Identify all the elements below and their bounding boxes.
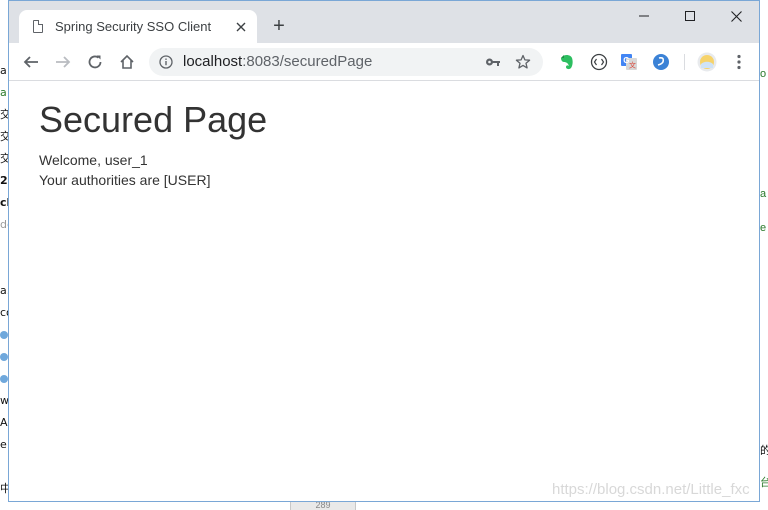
svg-text:文: 文 xyxy=(629,61,636,70)
brackets-icon xyxy=(590,53,608,71)
background-app-right-strip: o a e 的 台 xyxy=(760,60,768,510)
minimize-button[interactable] xyxy=(621,1,667,31)
star-icon[interactable] xyxy=(515,54,531,70)
toolbar-separator xyxy=(684,54,685,70)
watermark-text: https://blog.csdn.net/Little_fxc xyxy=(552,481,750,498)
page-content: Secured Page Welcome, user_1 Your author… xyxy=(9,81,759,501)
swirl-icon xyxy=(653,54,669,70)
tab-strip: Spring Security SSO Client + xyxy=(9,1,759,43)
avatar-icon xyxy=(697,52,717,72)
close-icon xyxy=(730,10,742,22)
bg-fragment: a.f xyxy=(0,284,8,297)
bg-fragment: a xyxy=(0,86,7,99)
close-icon xyxy=(236,22,246,31)
url-text[interactable]: localhost:8083/securedPage xyxy=(183,48,372,76)
home-icon xyxy=(120,54,134,69)
browser-toolbar: localhost:8083/securedPage G 文 xyxy=(9,43,759,81)
bg-fragment: a xyxy=(760,188,767,200)
home-button[interactable] xyxy=(113,48,141,76)
browser-window: Spring Security SSO Client + localhost:8… xyxy=(8,0,760,502)
code-extension-icon[interactable] xyxy=(589,52,609,72)
bg-fragment: 台 xyxy=(760,477,768,489)
page-title: Secured Page xyxy=(39,99,268,140)
background-app-left-strip: a a 交 交 交 2 ch de a.f co w Ac e 中 xyxy=(0,60,8,510)
window-controls xyxy=(621,1,759,31)
evernote-extension-icon[interactable] xyxy=(557,52,577,72)
bg-fragment: 交 xyxy=(0,108,8,121)
new-tab-button[interactable]: + xyxy=(267,15,291,39)
translate-icon: G 文 xyxy=(621,54,637,70)
bg-fragment: 的 xyxy=(760,445,768,457)
profile-avatar[interactable] xyxy=(697,52,717,72)
back-button[interactable] xyxy=(17,48,45,76)
welcome-text: Welcome, user_1 xyxy=(39,152,148,168)
blue-swirl-extension-icon[interactable] xyxy=(651,52,671,72)
url-path: :8083/securedPage xyxy=(242,53,373,70)
bg-fragment: Ac xyxy=(0,416,8,429)
bg-fragment xyxy=(0,236,8,258)
google-translate-extension-icon[interactable]: G 文 xyxy=(619,52,639,72)
forward-arrow-icon xyxy=(56,56,71,68)
bg-fragment: a xyxy=(0,64,7,77)
bg-fragment: 交 xyxy=(0,152,8,165)
bg-gear-icon xyxy=(0,368,8,390)
address-bar[interactable]: localhost:8083/securedPage xyxy=(149,48,543,76)
url-host: localhost xyxy=(183,53,243,70)
bg-fragment: e xyxy=(760,222,767,234)
reload-button[interactable] xyxy=(81,48,109,76)
minimize-icon xyxy=(639,15,649,17)
bg-fragment: ch xyxy=(0,196,8,209)
menu-button[interactable] xyxy=(729,52,749,72)
kebab-menu-icon xyxy=(737,54,741,70)
back-arrow-icon xyxy=(23,56,38,68)
window-close-button[interactable] xyxy=(713,1,759,31)
bg-fragment: o xyxy=(760,68,767,80)
bg-fragment: de xyxy=(0,218,8,231)
bg-fragment: e xyxy=(0,438,7,451)
forward-button[interactable] xyxy=(49,48,77,76)
maximize-icon xyxy=(685,11,695,21)
bg-gear-icon xyxy=(0,346,8,368)
bg-fragment xyxy=(0,456,8,478)
reload-icon xyxy=(88,55,102,69)
bg-fragment: 2 xyxy=(0,174,8,187)
bg-fragment: 中 xyxy=(0,482,8,495)
bg-gear-icon xyxy=(0,324,8,346)
evernote-icon xyxy=(561,54,573,70)
bg-fragment: co xyxy=(0,306,8,319)
maximize-button[interactable] xyxy=(667,1,713,31)
key-icon[interactable] xyxy=(485,55,501,69)
authorities-text: Your authorities are [USER] xyxy=(39,172,211,188)
page-icon xyxy=(33,20,43,33)
tab-title: Spring Security SSO Client xyxy=(55,19,212,34)
tab-active[interactable]: Spring Security SSO Client xyxy=(19,10,257,43)
info-icon[interactable] xyxy=(159,55,173,69)
bg-fragment: w xyxy=(0,394,8,407)
tab-close-icon[interactable] xyxy=(233,19,249,35)
bg-fragment: 交 xyxy=(0,130,8,143)
bg-fragment xyxy=(0,258,8,280)
